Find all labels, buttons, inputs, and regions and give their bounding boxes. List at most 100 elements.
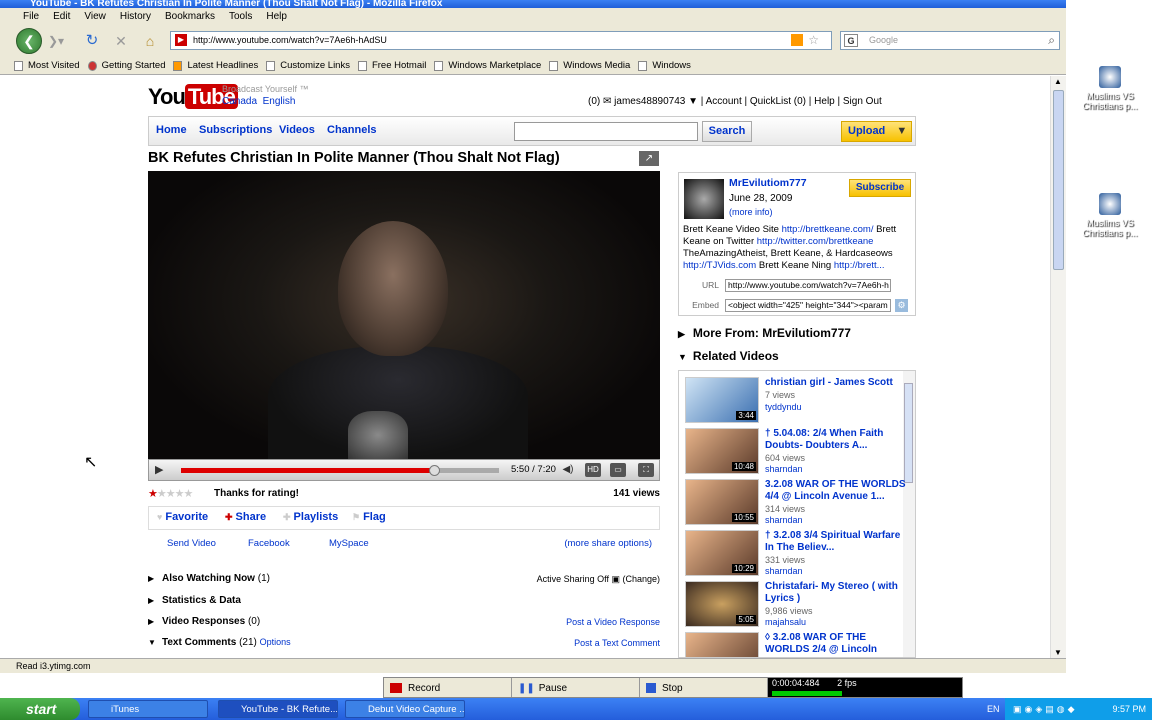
video-thumbnail[interactable]: 10:48 [685, 428, 759, 474]
gear-icon[interactable]: ⚙ [895, 299, 908, 312]
bookmark-windows[interactable]: Windows [638, 60, 691, 71]
list-item[interactable]: ◊ 3.2.08 WAR OF THE WORLDS 2/4 @ Lincoln [685, 632, 907, 657]
progress-bar[interactable] [181, 465, 499, 476]
more-share-options-link[interactable]: (more share options) [564, 538, 652, 549]
search-icon[interactable]: ⌕ [1048, 32, 1055, 49]
related-user[interactable]: sharndan [765, 566, 803, 576]
section-also-watching[interactable]: ▶ Also Watching Now (1) Active Sharing O… [148, 572, 660, 590]
play-icon[interactable]: ▶ [155, 463, 163, 476]
bookmark-windows-media[interactable]: Windows Media [549, 60, 630, 71]
progress-knob[interactable] [429, 465, 441, 476]
window-titlebar[interactable]: YouTube - BK Refutes Christian In Polite… [0, 0, 1066, 8]
video-thumbnail[interactable] [685, 632, 759, 657]
scroll-down-icon[interactable]: ▼ [1054, 648, 1062, 657]
list-item[interactable]: 10:29 † 3.2.08 3/4 Spiritual Warfare In … [685, 530, 907, 580]
youtube-search-input[interactable] [514, 122, 698, 141]
video-player[interactable] [148, 171, 660, 459]
related-user[interactable]: sharndan [765, 515, 803, 525]
video-thumbnail[interactable]: 10:29 [685, 530, 759, 576]
bookmark-most-visited[interactable]: Most Visited [14, 60, 80, 71]
chevron-down-icon[interactable]: ▼ [896, 125, 907, 137]
bookmark-customize-links[interactable]: Customize Links [266, 60, 350, 71]
related-title[interactable]: † 3.2.08 3/4 Spiritual Warfare In The Be… [765, 530, 907, 554]
list-item[interactable]: 5:05 Christafari- My Stereo ( with Lyric… [685, 581, 907, 631]
reload-icon[interactable]: ↻ [83, 32, 101, 50]
nav-videos[interactable]: Videos [279, 124, 315, 136]
taskbar-item-debut[interactable]: Debut Video Capture ... [345, 700, 465, 718]
active-sharing-status[interactable]: Active Sharing Off ▣ (Change) [537, 574, 660, 585]
list-item[interactable]: 10:48 † 5.04.08: 2/4 When Faith Doubts- … [685, 428, 907, 478]
related-user[interactable]: sharndan [765, 464, 803, 474]
video-thumbnail[interactable]: 3:44 [685, 377, 759, 423]
more-info-link[interactable]: (more info) [729, 207, 773, 217]
rss-icon[interactable] [791, 34, 803, 46]
embed-code-field[interactable]: <object width="425" height="344"><param [725, 299, 891, 312]
description-link[interactable]: http://brettkeane.com/ [782, 224, 874, 235]
back-button[interactable]: ❮ [16, 28, 42, 54]
taskbar-item-itunes[interactable]: iTunes [88, 700, 208, 718]
scroll-up-icon[interactable]: ▲ [1054, 77, 1062, 86]
list-item[interactable]: 3:44 christian girl - James Scott 7 view… [685, 377, 907, 427]
options-link[interactable]: Options [260, 637, 291, 647]
user-bar[interactable]: (0) ✉ james48890743 ▼ | Account | QuickL… [588, 96, 882, 107]
myspace-link[interactable]: MySpace [329, 538, 369, 549]
hd-button[interactable]: HD [585, 463, 601, 477]
google-engine-icon[interactable]: G [844, 34, 858, 47]
avatar[interactable] [684, 179, 724, 219]
desktop-shortcut[interactable]: Muslims VS Christians p... [1080, 193, 1140, 238]
home-icon[interactable]: ⌂ [141, 32, 159, 50]
post-video-response-link[interactable]: Post a Video Response [566, 617, 660, 627]
description-link[interactable]: http://TJVids.com [683, 260, 756, 271]
forward-button[interactable]: ❯▾ [46, 32, 66, 50]
related-title[interactable]: christian girl - James Scott [765, 377, 907, 389]
related-title[interactable]: Christafari- My Stereo ( with Lyrics ) [765, 581, 907, 605]
post-text-comment-link[interactable]: Post a Text Comment [574, 638, 660, 648]
share-button[interactable]: ✚ Share [225, 511, 266, 523]
tray-icons[interactable]: ▣◉◈▤◍◆ [1013, 698, 1078, 720]
list-item[interactable]: 10:55 3.2.08 WAR OF THE WORLDS 4/4 @ Lin… [685, 479, 907, 529]
star-icon[interactable]: ★ [157, 488, 167, 500]
send-video-link[interactable]: Send Video [167, 538, 216, 549]
description-link[interactable]: http://brett... [834, 260, 885, 271]
menu-help[interactable]: Help [259, 11, 294, 22]
star-icon[interactable]: ★ [175, 488, 185, 500]
nav-subscriptions[interactable]: Subscriptions [199, 124, 272, 136]
menu-bookmarks[interactable]: Bookmarks [158, 11, 222, 22]
playlists-button[interactable]: ✚ Playlists [283, 511, 338, 523]
menu-history[interactable]: History [113, 11, 158, 22]
fullscreen-icon[interactable]: ⛶ [638, 463, 654, 477]
url-bar[interactable]: ▶ http://www.youtube.com/watch?v=7Ae6h-h… [170, 31, 832, 50]
scrollbar-thumb[interactable] [1053, 90, 1064, 270]
description-link[interactable]: http://twitter.com/brettkeane [757, 236, 874, 247]
star-icon[interactable]: ★ [184, 488, 194, 500]
youtube-search-button[interactable]: Search [702, 121, 752, 142]
page-scrollbar[interactable]: ▲ ▼ [1050, 76, 1066, 658]
bookmark-free-hotmail[interactable]: Free Hotmail [357, 60, 426, 71]
bookmark-getting-started[interactable]: Getting Started [87, 60, 165, 71]
section-statistics[interactable]: ▶ Statistics & Data [148, 594, 660, 612]
nav-home[interactable]: Home [156, 124, 187, 136]
section-video-responses[interactable]: ▶ Video Responses (0) Post a Video Respo… [148, 615, 660, 633]
star-rating[interactable]: ★★★★★ [148, 487, 194, 500]
related-user[interactable]: tyddyndu [765, 402, 802, 412]
bookmark-star-icon[interactable]: ☆ [808, 32, 819, 49]
pause-button[interactable]: ❚❚ Pause [512, 678, 640, 697]
flag-button[interactable]: ⚑ Flag [352, 511, 386, 523]
related-title[interactable]: ◊ 3.2.08 WAR OF THE WORLDS 2/4 @ Lincoln [765, 632, 907, 656]
related-title[interactable]: † 5.04.08: 2/4 When Faith Doubts- Doubte… [765, 428, 907, 452]
bookmark-latest-headlines[interactable]: Latest Headlines [173, 60, 258, 71]
channel-name-link[interactable]: MrEvilutiom777 [729, 177, 807, 189]
search-bar[interactable]: G Google ⌕ [840, 31, 1060, 50]
widescreen-icon[interactable]: ▭ [610, 463, 626, 477]
stop-button[interactable]: Stop [640, 678, 768, 697]
subscribe-button[interactable]: Subscribe [849, 179, 911, 197]
favorite-button[interactable]: ♥ Favorite [157, 511, 208, 523]
video-thumbnail[interactable]: 10:55 [685, 479, 759, 525]
upload-button[interactable]: Upload ▼ [841, 121, 912, 142]
section-text-comments[interactable]: ▼ Text Comments (21) Options Post a Text… [148, 636, 660, 654]
language-link[interactable]: English [263, 96, 296, 107]
nav-channels[interactable]: Channels [327, 124, 377, 136]
related-title[interactable]: 3.2.08 WAR OF THE WORLDS 4/4 @ Lincoln A… [765, 479, 907, 503]
related-user[interactable]: majahsalu [765, 617, 806, 627]
url-share-field[interactable]: http://www.youtube.com/watch?v=7Ae6h-h [725, 279, 891, 292]
